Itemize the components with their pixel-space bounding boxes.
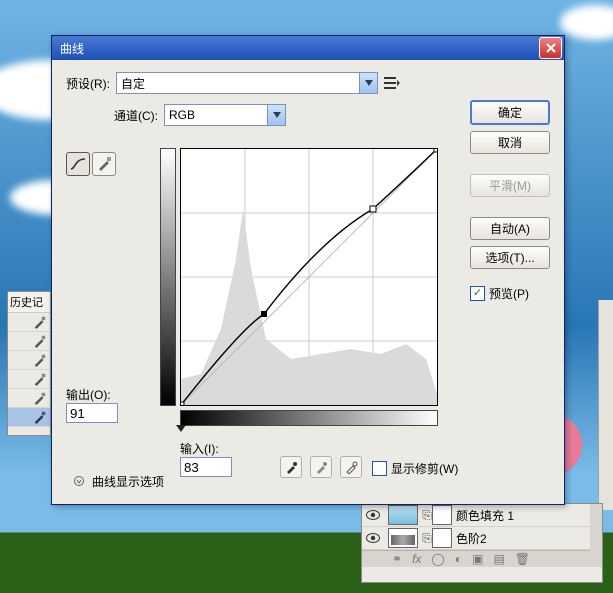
layers-panel-menu[interactable] <box>590 504 602 554</box>
options-button-label: 选项(T)... <box>485 249 534 266</box>
layer-row[interactable]: ⎘ 颜色填充 1 <box>362 504 602 527</box>
white-eyedropper-button[interactable] <box>340 456 362 478</box>
preset-value: 自定 <box>117 75 359 92</box>
curves-dialog: 曲线 预设(R): 自定 通道(C): RGB <box>51 35 565 505</box>
brush-icon <box>33 372 47 386</box>
show-clipping-label: 显示修剪(W) <box>391 460 458 477</box>
curve-display-options-toggle[interactable]: 曲线显示选项 <box>74 473 164 490</box>
pencil-tool-button[interactable] <box>92 152 116 176</box>
link-icon: ⎘ <box>422 508 432 523</box>
cancel-button-label: 取消 <box>498 134 522 151</box>
black-eyedropper-button[interactable] <box>280 456 302 478</box>
layers-panel[interactable]: ⎘ 颜色填充 1 ⎘ 色阶2 ⚭ fx ◯ ◐ ▣ ▤ 🗑 <box>361 503 603 583</box>
trash-icon[interactable]: 🗑 <box>515 552 530 566</box>
layer-thumbnail[interactable] <box>388 505 418 525</box>
brush-icon <box>33 334 47 348</box>
history-panel-title: 历史记 <box>8 292 50 313</box>
dialog-title: 曲线 <box>60 40 539 57</box>
right-tool-strip[interactable] <box>598 300 613 510</box>
layer-name[interactable]: 色阶2 <box>456 530 602 547</box>
disclosure-label: 曲线显示选项 <box>92 473 164 490</box>
layer-mask[interactable] <box>432 528 452 548</box>
layers-toolbar[interactable]: ⚭ fx ◯ ◐ ▣ ▤ 🗑 <box>362 550 602 567</box>
chevron-down-icon <box>359 73 377 93</box>
link-layers-icon[interactable]: ⚭ <box>392 552 402 566</box>
fx-icon[interactable]: fx <box>412 552 421 566</box>
output-gradient <box>160 148 176 406</box>
cancel-button[interactable]: 取消 <box>470 131 550 154</box>
cloud-decor <box>560 5 613 40</box>
input-label: 输入(I): <box>180 440 232 457</box>
channel-label: 通道(C): <box>114 107 158 124</box>
input-field[interactable] <box>180 457 232 477</box>
history-step[interactable] <box>8 332 50 351</box>
preset-menu-icon[interactable] <box>384 76 400 90</box>
input-gradient <box>180 410 438 426</box>
history-panel[interactable]: 历史记 <box>7 291 51 436</box>
preview-checkbox[interactable] <box>470 286 485 301</box>
history-step[interactable] <box>8 389 50 408</box>
history-step[interactable] <box>8 313 50 332</box>
show-clipping-checkbox[interactable] <box>372 461 387 476</box>
options-button[interactable]: 选项(T)... <box>470 246 550 269</box>
folder-icon[interactable]: ▣ <box>472 552 483 566</box>
link-icon: ⎘ <box>422 531 432 546</box>
chevron-down-icon <box>74 475 86 489</box>
preset-row: 预设(R): 自定 <box>66 72 550 94</box>
channel-value: RGB <box>165 108 267 122</box>
new-layer-icon[interactable]: ▤ <box>493 552 504 566</box>
smooth-button: 平滑(M) <box>470 174 550 197</box>
adjustment-icon[interactable]: ◐ <box>455 552 462 566</box>
brush-icon <box>33 391 47 405</box>
chevron-down-icon <box>267 105 285 125</box>
black-point-slider[interactable] <box>176 425 186 432</box>
history-step[interactable] <box>8 351 50 370</box>
layer-thumbnail[interactable] <box>388 528 418 548</box>
layer-mask[interactable] <box>432 505 452 525</box>
dialog-titlebar[interactable]: 曲线 <box>52 36 564 60</box>
ok-button[interactable]: 确定 <box>470 100 550 125</box>
auto-button[interactable]: 自动(A) <box>470 217 550 240</box>
preset-label: 预设(R): <box>66 75 110 92</box>
visibility-toggle[interactable] <box>362 510 384 520</box>
layer-name[interactable]: 颜色填充 1 <box>456 507 602 524</box>
auto-button-label: 自动(A) <box>490 220 530 237</box>
mask-icon[interactable]: ◯ <box>431 552 444 566</box>
smooth-button-label: 平滑(M) <box>489 177 531 194</box>
visibility-toggle[interactable] <box>362 533 384 543</box>
channel-combo[interactable]: RGB <box>164 104 286 126</box>
layer-row[interactable]: ⎘ 色阶2 <box>362 527 602 550</box>
curve-tool-button[interactable] <box>66 152 90 176</box>
ok-button-label: 确定 <box>498 104 522 121</box>
brush-icon <box>33 315 47 329</box>
preset-combo[interactable]: 自定 <box>116 72 378 94</box>
gray-eyedropper-button[interactable] <box>310 456 332 478</box>
history-step[interactable] <box>8 370 50 389</box>
brush-icon <box>33 410 47 424</box>
curves-graph[interactable] <box>180 148 438 406</box>
output-label: 输出(O): <box>66 386 116 403</box>
brush-icon <box>33 353 47 367</box>
close-button[interactable] <box>539 37 562 59</box>
output-field[interactable] <box>66 403 118 423</box>
preview-label: 预览(P) <box>489 285 529 302</box>
history-step-current[interactable] <box>8 408 50 427</box>
